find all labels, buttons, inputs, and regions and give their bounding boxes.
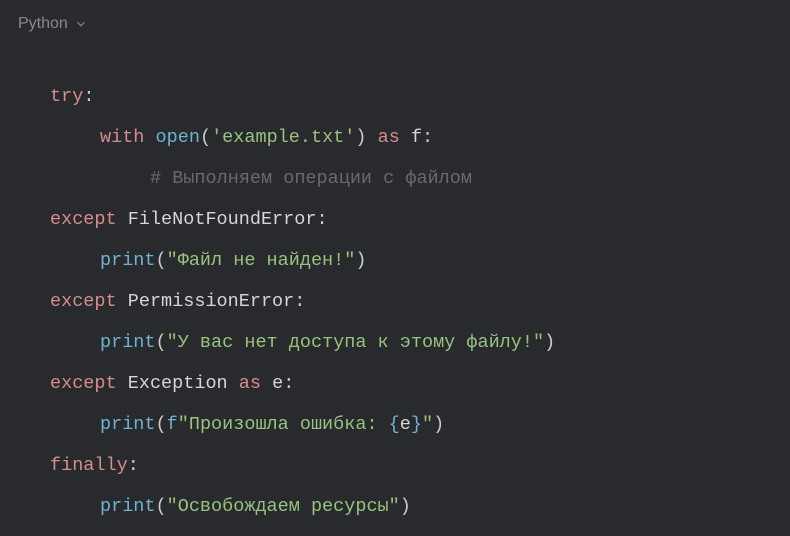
paren-open: ( (156, 250, 167, 271)
keyword-except: except (50, 291, 117, 312)
string-literal: 'example.txt' (211, 127, 355, 148)
keyword-with: with (100, 127, 144, 148)
keyword-finally: finally (50, 455, 128, 476)
paren-close: ) (544, 332, 555, 353)
code-line: with open('example.txt') as f: (50, 117, 790, 158)
colon: : (283, 373, 294, 394)
colon: : (294, 291, 305, 312)
code-line: print(f"Произошла ошибка: {e}") (50, 404, 790, 445)
paren-close: ) (433, 414, 444, 435)
string-literal: "У вас нет доступа к этому файлу!" (167, 332, 544, 353)
paren-close: ) (355, 250, 366, 271)
code-line: except FileNotFoundError: (50, 199, 790, 240)
code-block-header[interactable]: Python (0, 0, 790, 48)
var-f: f (411, 127, 422, 148)
string-literal: "Файл не найден!" (167, 250, 356, 271)
language-label: Python (18, 15, 68, 33)
string-literal: " (422, 414, 433, 435)
paren-open: ( (200, 127, 211, 148)
paren-close: ) (400, 496, 411, 517)
paren-close: ) (355, 127, 366, 148)
keyword-except: except (50, 209, 117, 230)
brace-close: } (411, 414, 422, 435)
fn-print: print (100, 250, 156, 271)
f-prefix: f (167, 414, 178, 435)
code-line: try: (50, 76, 790, 117)
code-line: # Выполняем операции с файлом (50, 158, 790, 199)
code-content: try: with open('example.txt') as f: # Вы… (0, 48, 790, 536)
colon: : (128, 455, 139, 476)
code-line: print("Освобождаем ресурсы") (50, 486, 790, 527)
colon: : (422, 127, 433, 148)
var-e: e (400, 414, 411, 435)
chevron-down-icon (74, 17, 88, 31)
fn-print: print (100, 496, 156, 517)
fn-open: open (156, 127, 200, 148)
keyword-except: except (50, 373, 117, 394)
keyword-as: as (378, 127, 400, 148)
paren-open: ( (156, 414, 167, 435)
colon: : (83, 86, 94, 107)
code-line: print("Файл не найден!") (50, 240, 790, 281)
keyword-try: try (50, 86, 83, 107)
code-line: finally: (50, 445, 790, 486)
string-literal: "Произошла ошибка: (178, 414, 389, 435)
class-name: Exception (128, 373, 228, 394)
fn-print: print (100, 332, 156, 353)
comment: # Выполняем операции с файлом (150, 168, 472, 189)
code-line: print("У вас нет доступа к этому файлу!"… (50, 322, 790, 363)
class-name: FileNotFoundError (128, 209, 317, 230)
paren-open: ( (156, 496, 167, 517)
fn-print: print (100, 414, 156, 435)
colon: : (316, 209, 327, 230)
keyword-as: as (239, 373, 261, 394)
var-e: e (272, 373, 283, 394)
code-line: except Exception as e: (50, 363, 790, 404)
brace-open: { (389, 414, 400, 435)
class-name: PermissionError (128, 291, 295, 312)
code-block-container: Python try: with open('example.txt') as … (0, 0, 790, 536)
code-line: except PermissionError: (50, 281, 790, 322)
paren-open: ( (156, 332, 167, 353)
string-literal: "Освобождаем ресурсы" (167, 496, 400, 517)
